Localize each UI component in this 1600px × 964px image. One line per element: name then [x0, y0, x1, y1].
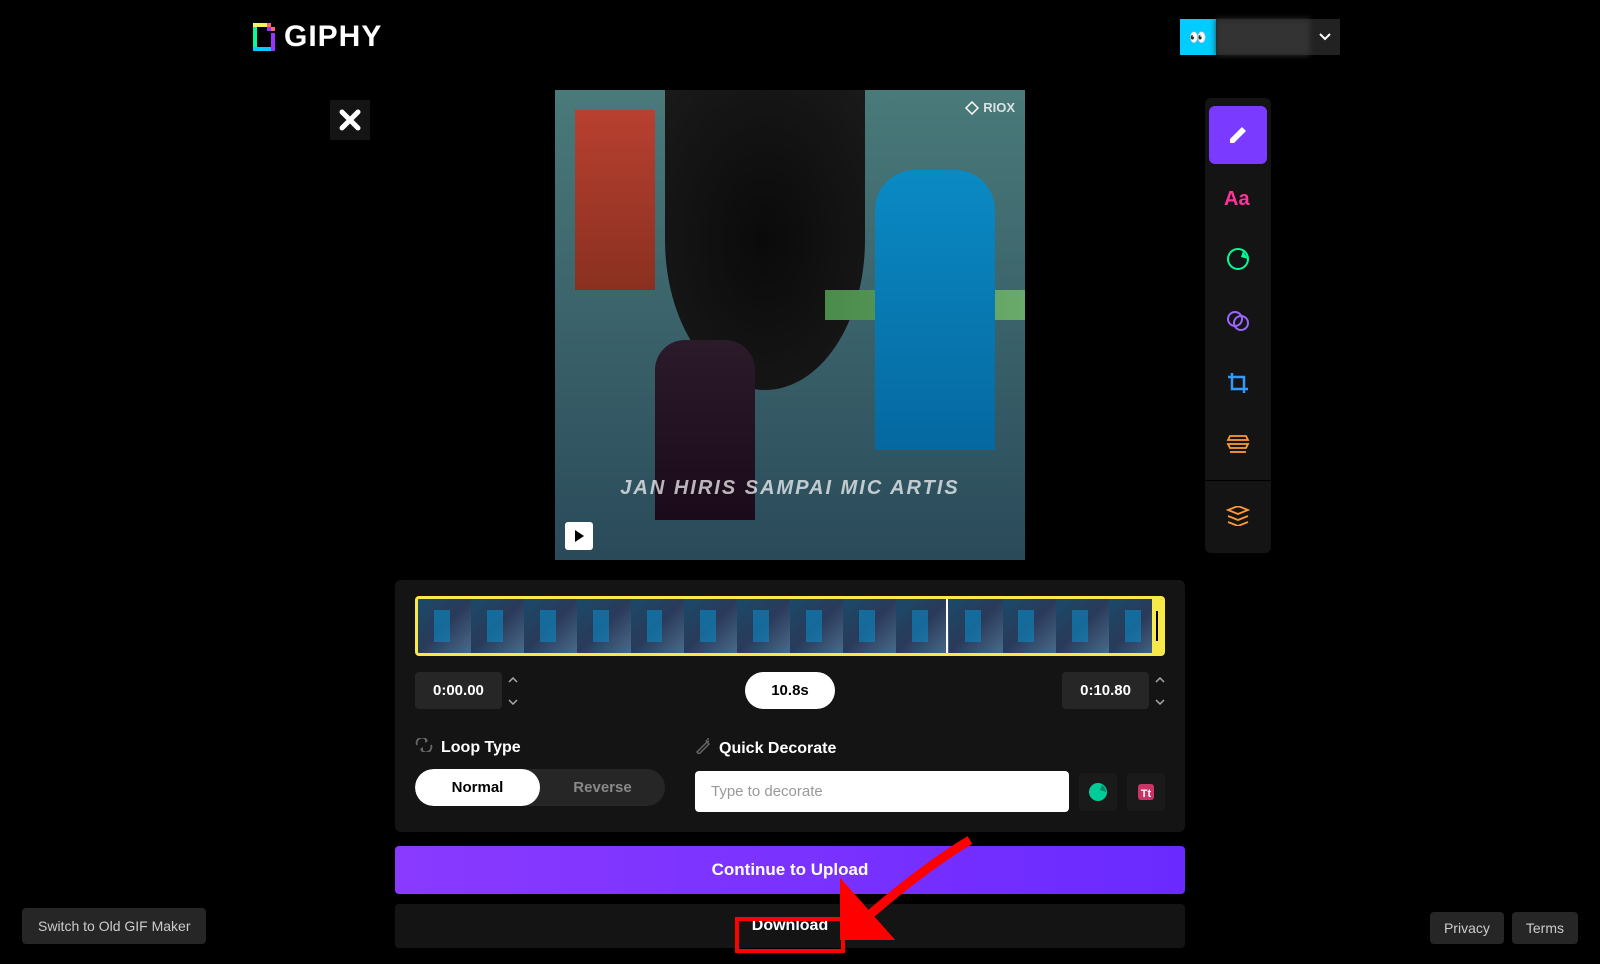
footer-links: Privacy Terms [1430, 912, 1578, 944]
play-button[interactable] [565, 522, 593, 550]
tool-layers[interactable] [1209, 416, 1267, 474]
close-icon [339, 109, 361, 131]
header: GIPHY 👀 [0, 12, 1600, 62]
loop-icon [415, 738, 433, 757]
loop-section: Loop Type Normal Reverse [415, 738, 665, 812]
start-time-up-icon[interactable] [508, 670, 518, 688]
decorate-text-button[interactable]: Tt [1127, 773, 1165, 811]
loop-toggle: Normal Reverse [415, 769, 665, 806]
giphy-logo-text: GIPHY [284, 20, 382, 54]
decorate-input[interactable] [695, 771, 1069, 812]
end-time-input[interactable]: 0:10.80 [1062, 672, 1149, 709]
preview-overlay-text: JAN HIRIS SAMPAI MIC ARTIS [555, 477, 1025, 500]
decorate-section: Quick Decorate Tt [695, 738, 1165, 812]
close-button[interactable] [330, 100, 370, 140]
svg-text:Tt: Tt [1141, 788, 1152, 800]
user-avatar: 👀 [1180, 19, 1216, 55]
timeline-handle-end[interactable] [1152, 599, 1162, 653]
loop-reverse-button[interactable]: Reverse [540, 769, 665, 806]
text-icon: Aa [1224, 185, 1252, 209]
continue-upload-button[interactable]: Continue to Upload [395, 846, 1185, 894]
user-name-blurred [1216, 19, 1310, 55]
wand-icon [695, 738, 711, 759]
giphy-logo-icon [250, 23, 278, 51]
timeline-playhead[interactable] [946, 596, 948, 656]
start-time-group: 0:00.00 [415, 670, 518, 710]
end-time-group: 0:10.80 [1062, 670, 1165, 710]
play-icon [572, 529, 586, 543]
loop-label: Loop Type [415, 738, 665, 757]
crop-icon [1226, 371, 1250, 395]
pencil-icon [1227, 124, 1249, 146]
stack-icon [1226, 506, 1250, 526]
tool-text[interactable]: Aa [1209, 168, 1267, 226]
time-controls: 0:00.00 10.8s 0:10.80 [415, 670, 1165, 710]
options-row: Loop Type Normal Reverse Quick Decorate [415, 738, 1165, 812]
user-menu[interactable]: 👀 [1180, 19, 1340, 55]
tool-stack[interactable] [1209, 487, 1267, 545]
terms-link[interactable]: Terms [1512, 912, 1578, 944]
timeline[interactable] [415, 596, 1165, 656]
filter-icon [1226, 309, 1250, 333]
switch-old-maker-button[interactable]: Switch to Old GIF Maker [22, 908, 206, 944]
preview-area: RIOX JAN HIRIS SAMPAI MIC ARTIS [395, 90, 1185, 560]
start-time-down-icon[interactable] [508, 692, 518, 710]
privacy-link[interactable]: Privacy [1430, 912, 1504, 944]
download-button[interactable]: Download [395, 904, 1185, 948]
editor-panel: 0:00.00 10.8s 0:10.80 [395, 580, 1185, 832]
svg-text:Aa: Aa [1224, 188, 1250, 209]
layers-icon [1226, 434, 1250, 456]
sticker-round-icon [1226, 247, 1250, 271]
preview-image[interactable]: RIOX JAN HIRIS SAMPAI MIC ARTIS [555, 90, 1025, 560]
preview-watermark: RIOX [965, 100, 1015, 115]
end-time-up-icon[interactable] [1155, 670, 1165, 688]
end-time-down-icon[interactable] [1155, 692, 1165, 710]
tool-sidebar: Aa [1205, 98, 1271, 553]
giphy-logo[interactable]: GIPHY [250, 20, 382, 54]
start-time-input[interactable]: 0:00.00 [415, 672, 502, 709]
text-tool-icon: Tt [1135, 781, 1157, 803]
tool-sticker[interactable] [1209, 230, 1267, 288]
editor-wrapper: RIOX JAN HIRIS SAMPAI MIC ARTIS 0:00.00 [395, 90, 1185, 948]
decorate-label: Quick Decorate [695, 738, 1165, 759]
sticker-icon [1087, 781, 1109, 803]
chevron-down-icon [1310, 33, 1340, 41]
tool-filter[interactable] [1209, 292, 1267, 350]
tool-crop[interactable] [1209, 354, 1267, 412]
duration-pill[interactable]: 10.8s [745, 672, 835, 709]
loop-normal-button[interactable]: Normal [415, 769, 540, 806]
tool-edit[interactable] [1209, 106, 1267, 164]
decorate-sticker-button[interactable] [1079, 773, 1117, 811]
